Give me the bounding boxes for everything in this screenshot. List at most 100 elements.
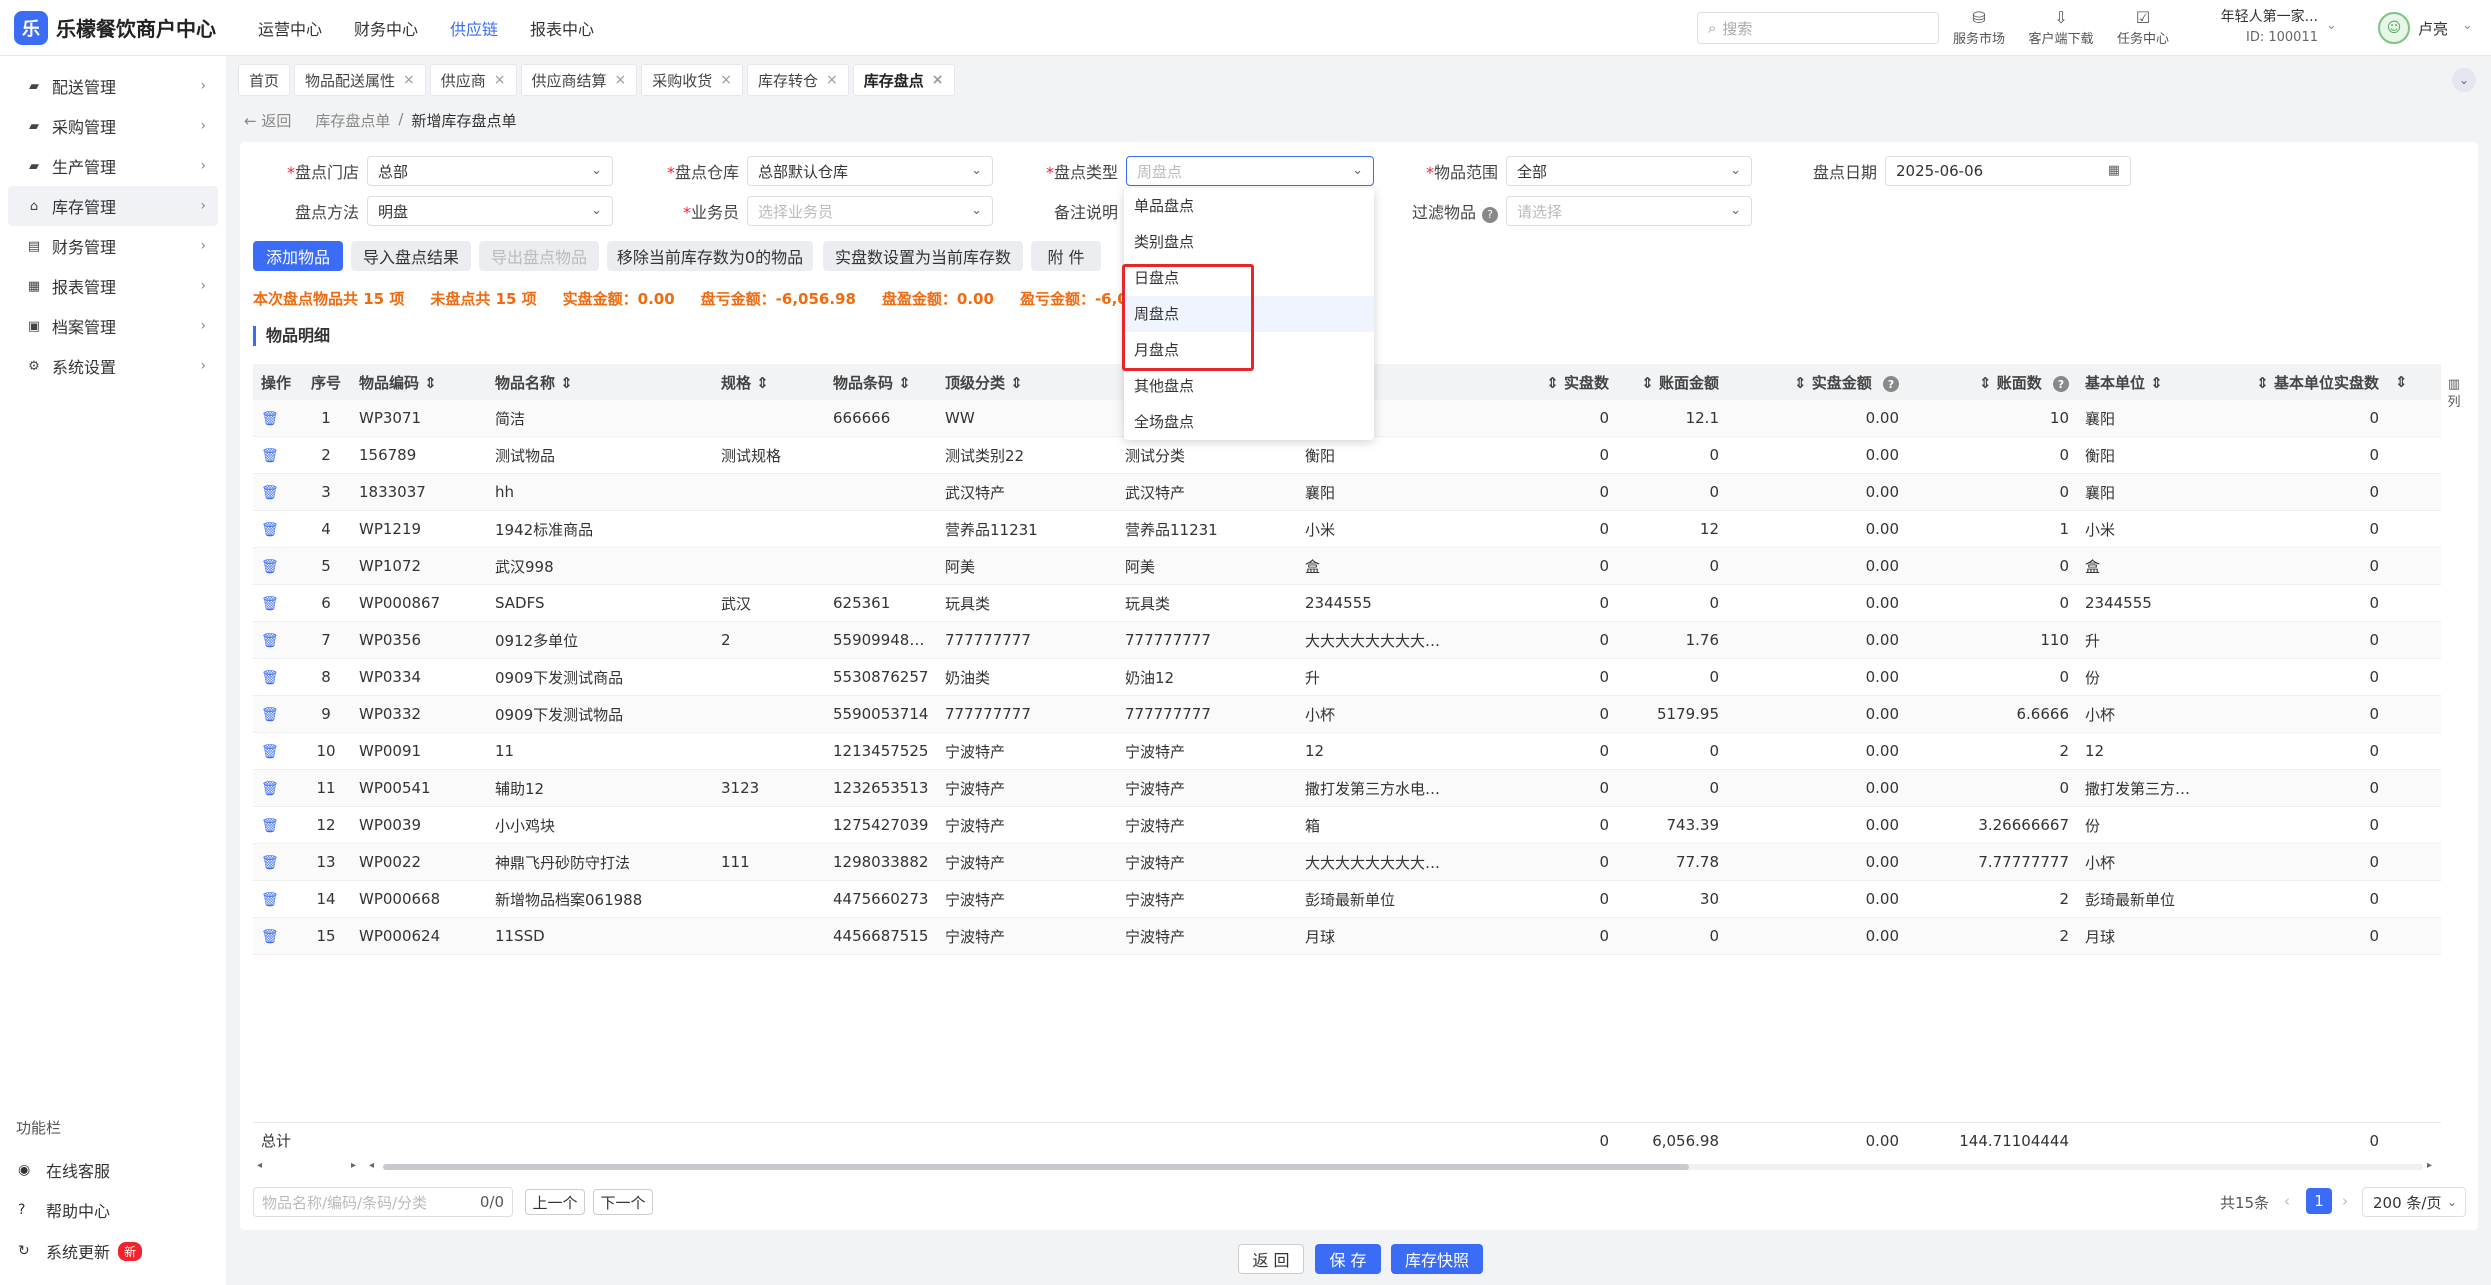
trash-icon[interactable]: 🗑 <box>261 596 279 612</box>
horizontal-scrollbar[interactable]: ◂ ▸ ◂ ▸ <box>253 1160 2441 1174</box>
col-name[interactable]: 物品名称 ⇕ <box>487 372 713 393</box>
trash-icon[interactable]: 🗑 <box>261 670 279 686</box>
attachment-button[interactable]: 附 件 <box>1031 241 1101 271</box>
help-icon[interactable]: ? <box>1883 376 1899 392</box>
close-icon[interactable]: × <box>826 72 838 88</box>
system-update-link[interactable]: ↻ 系统更新新 <box>8 1231 218 1271</box>
help-icon[interactable]: ? <box>2053 376 2069 392</box>
chevron-down-icon[interactable]: ⌄ <box>2462 18 2473 33</box>
trash-icon[interactable]: 🗑 <box>261 633 279 649</box>
close-icon[interactable]: × <box>932 72 944 88</box>
col-top-category[interactable]: 顶级分类 ⇕ <box>937 372 1117 393</box>
trash-icon[interactable]: 🗑 <box>261 892 279 908</box>
trash-icon[interactable]: 🗑 <box>261 744 279 760</box>
trash-icon[interactable]: 🗑 <box>261 522 279 538</box>
col-base-unit[interactable]: 基本单位 ⇕ <box>2077 372 2227 393</box>
column-settings-icon[interactable]: ▥ 列 <box>2447 376 2461 412</box>
task-center-button[interactable]: ☑ 任务中心 <box>2108 8 2178 47</box>
option-monthly[interactable]: 月盘点 <box>1124 332 1374 368</box>
next-match-button[interactable]: 下一个 <box>593 1189 653 1215</box>
page-size-select[interactable]: 200 条/页 ⌄ <box>2362 1187 2466 1217</box>
sidebar-item-settings[interactable]: ⚙ 系统设置 › <box>8 346 218 386</box>
back-link[interactable]: ← 返回 <box>244 110 291 131</box>
set-actual-to-stock-button[interactable]: 实盘数设置为当前库存数 <box>823 241 1023 271</box>
option-other[interactable]: 其他盘点 <box>1124 368 1374 404</box>
topnav-finance[interactable]: 财务中心 <box>354 16 418 40</box>
close-icon[interactable]: × <box>615 72 627 88</box>
col-base-actual-qty[interactable]: ⇕ 基本单位实盘数 <box>2227 372 2387 393</box>
service-market-button[interactable]: ⛁ 服务市场 <box>1944 8 2014 47</box>
back-button[interactable]: 返 回 <box>1238 1244 1304 1274</box>
option-full-store[interactable]: 全场盘点 <box>1124 404 1374 440</box>
filter-items-select[interactable]: 请选择 ⌄ <box>1506 196 1752 226</box>
col-barcode[interactable]: 物品条码 ⇕ <box>825 372 937 393</box>
tab-supplier-settlement[interactable]: 供应商结算 × <box>520 64 638 96</box>
method-select[interactable]: 明盘 ⌄ <box>367 196 613 226</box>
col-book-amount[interactable]: ⇕ 账面金额 <box>1617 372 1727 393</box>
tab-home[interactable]: 首页 <box>238 64 291 96</box>
scroll-right-icon[interactable]: ▸ <box>351 1160 356 1171</box>
date-picker[interactable]: 2025-06-06 ▦ <box>1885 156 2131 186</box>
close-icon[interactable]: × <box>403 72 415 88</box>
client-download-button[interactable]: ⇩ 客户端下载 <box>2026 8 2096 47</box>
import-result-button[interactable]: 导入盘点结果 <box>351 241 471 271</box>
trash-icon[interactable]: 🗑 <box>261 411 279 427</box>
trash-icon[interactable]: 🗑 <box>261 781 279 797</box>
scroll-right-icon[interactable]: ▸ <box>2427 1160 2432 1171</box>
user-name[interactable]: 卢亮 <box>2418 18 2448 39</box>
trash-icon[interactable]: 🗑 <box>261 448 279 464</box>
search-input[interactable]: ⌕ 搜索 <box>1697 12 1939 44</box>
scroll-thumb[interactable] <box>383 1164 1689 1170</box>
trash-icon[interactable]: 🗑 <box>261 485 279 501</box>
trash-icon[interactable]: 🗑 <box>261 818 279 834</box>
tab-purchase-receipt[interactable]: 采购收货 × <box>641 64 744 96</box>
store-select[interactable]: 总部 ⌄ <box>367 156 613 186</box>
trash-icon[interactable]: 🗑 <box>261 707 279 723</box>
avatar[interactable]: ☺ <box>2378 12 2410 44</box>
col-book-qty[interactable]: ⇕ 账面数 ? <box>1907 372 2077 393</box>
chevron-left-icon[interactable]: ‹ <box>2284 1192 2290 1210</box>
option-weekly[interactable]: 周盘点 <box>1124 296 1374 332</box>
prev-match-button[interactable]: 上一个 <box>525 1189 585 1215</box>
inventory-snapshot-button[interactable]: 库存快照 <box>1391 1244 1483 1274</box>
tab-supplier[interactable]: 供应商 × <box>429 64 517 96</box>
close-icon[interactable]: × <box>720 72 732 88</box>
col-code[interactable]: 物品编码 ⇕ <box>351 372 487 393</box>
sidebar-item-production[interactable]: ▰ 生产管理 › <box>8 146 218 186</box>
chevron-down-icon[interactable]: ⌄ <box>2326 18 2337 33</box>
trash-icon[interactable]: 🗑 <box>261 559 279 575</box>
save-button[interactable]: 保 存 <box>1315 1244 1381 1274</box>
help-icon[interactable]: ? <box>1482 206 1498 223</box>
sidebar-item-reports[interactable]: ▦ 报表管理 › <box>8 266 218 306</box>
sidebar-item-archive[interactable]: ▣ 档案管理 › <box>8 306 218 346</box>
option-category[interactable]: 类别盘点 <box>1124 224 1374 260</box>
sidebar-item-finance[interactable]: ▤ 财务管理 › <box>8 226 218 266</box>
scroll-left-icon[interactable]: ◂ <box>369 1160 374 1171</box>
sidebar-item-purchase[interactable]: ▰ 采购管理 › <box>8 106 218 146</box>
remove-zero-stock-button[interactable]: 移除当前库存数为0的物品 <box>607 241 813 271</box>
scroll-left-icon[interactable]: ◂ <box>257 1160 262 1171</box>
org-switcher[interactable]: 年轻人第一家... ID: 100011 <box>2208 6 2318 45</box>
chevron-right-icon[interactable]: › <box>2342 1192 2348 1210</box>
col-more[interactable]: ⇕ <box>2387 373 2441 391</box>
app-logo[interactable]: 乐 乐檬餐饮商户中心 <box>14 10 244 45</box>
trash-icon[interactable]: 🗑 <box>261 929 279 945</box>
topnav-supply-chain[interactable]: 供应链 <box>450 16 498 40</box>
item-search-input[interactable]: 物品名称/编码/条码/分类 0/0 <box>253 1187 513 1217</box>
col-actual-amount[interactable]: ⇕ 实盘金额 ? <box>1727 372 1907 393</box>
col-actual-qty[interactable]: ⇕ 实盘数 <box>1457 372 1617 393</box>
help-center-link[interactable]: ? 帮助中心 <box>8 1190 218 1230</box>
stocktake-type-select[interactable]: 周盘点 ⌄ <box>1126 156 1374 186</box>
option-single-item[interactable]: 单品盘点 <box>1124 188 1374 224</box>
warehouse-select[interactable]: 总部默认仓库 ⌄ <box>747 156 993 186</box>
item-range-select[interactable]: 全部 ⌄ <box>1506 156 1752 186</box>
page-1-button[interactable]: 1 <box>2306 1188 2332 1214</box>
tab-stock-transfer[interactable]: 库存转仓 × <box>747 64 849 96</box>
option-daily[interactable]: 日盘点 <box>1124 260 1374 296</box>
tab-stocktake[interactable]: 库存盘点 × <box>852 64 955 96</box>
topnav-reports[interactable]: 报表中心 <box>530 16 594 40</box>
sidebar-item-inventory[interactable]: ⌂ 库存管理 › <box>8 186 218 226</box>
col-spec[interactable]: 规格 ⇕ <box>713 372 825 393</box>
tabs-more-icon[interactable]: ⌄ <box>2452 68 2476 92</box>
breadcrumb-parent[interactable]: 库存盘点单 <box>315 110 390 131</box>
